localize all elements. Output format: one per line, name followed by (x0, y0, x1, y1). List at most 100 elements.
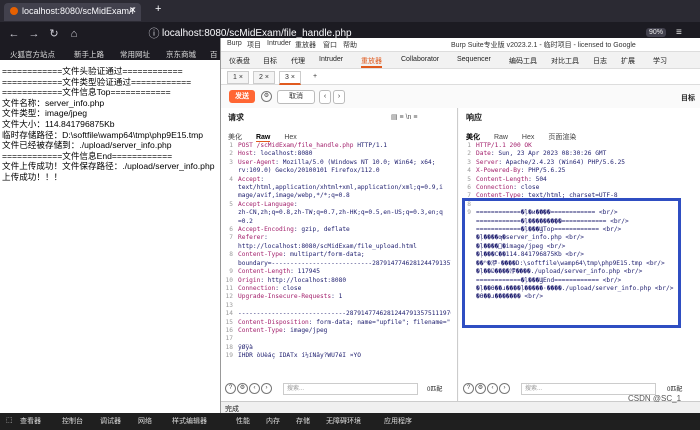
line-number: 11 (225, 284, 233, 292)
page-info-icon[interactable]: ⓘ (146, 26, 162, 42)
main-tab[interactable]: 日志 (593, 56, 607, 66)
code-line: 4 X-Powered-By: PHP/5.6.25 (459, 167, 695, 175)
menu-item[interactable]: 项目 (247, 40, 261, 50)
output-line: 文件类型：image/jpeg (2, 108, 88, 119)
match-count: 0匹配 (667, 387, 683, 393)
home-icon[interactable]: ⌂ (66, 26, 82, 42)
devtools-tab[interactable]: 无障碍环境 (326, 416, 361, 426)
view-tab[interactable]: Raw (494, 134, 508, 141)
code-value: mage/avif,image/webp,*/*;q=0.8 (238, 192, 350, 200)
prev-match-icon[interactable]: ‹ (487, 383, 498, 394)
main-tab[interactable]: Collaborator (401, 56, 439, 63)
new-tab-icon[interactable]: + (155, 3, 161, 15)
main-tab[interactable]: Intruder (319, 56, 343, 63)
firefox-favicon-icon (10, 7, 18, 15)
repeater-tab-active[interactable]: 3 × (279, 71, 301, 85)
cancel-button[interactable]: 取消 (277, 90, 315, 104)
help-icon[interactable]: ? (463, 383, 474, 394)
code-value: : multipart/form-data; (282, 251, 365, 259)
next-match-icon[interactable]: › (499, 383, 510, 394)
zoom-level[interactable]: 90% (646, 28, 667, 37)
bookmark-item[interactable]: 新手上路 (74, 49, 104, 60)
view-tab[interactable]: Hex (522, 134, 534, 141)
back-icon[interactable]: ← (6, 26, 22, 42)
request-search-bar: ? ⚙ ‹ › 搜索... 0匹配 (221, 381, 457, 395)
reload-icon[interactable]: ↻ (46, 26, 62, 42)
code-value: text/html,application/xhtml+xml,applicat… (238, 184, 443, 192)
code-value: : 117945 (290, 268, 320, 276)
devtools-tab[interactable]: 控制台 (62, 416, 83, 426)
menu-item[interactable]: 重放器 (295, 40, 316, 50)
bookmark-item[interactable]: 京东商城 (166, 49, 196, 60)
code-line: text/html,application/xhtml+xml,applicat… (221, 184, 451, 192)
burp-title-bar: Burp 项目 Intruder 重放器 窗口 帮助 Burp Suite专业版… (221, 38, 700, 52)
search-input[interactable]: 搜索... (283, 383, 418, 395)
code-value: : PHP/5.6.25 (520, 167, 566, 175)
view-tab[interactable]: 美化 (228, 134, 242, 141)
settings-icon[interactable]: ⚙ (475, 383, 486, 394)
code-line: 4 Accept: (221, 176, 451, 184)
main-tab[interactable]: Sequencer (457, 56, 491, 63)
code-key: Content-Type (238, 251, 283, 259)
devtools-tab[interactable]: 样式编辑器 (172, 416, 207, 426)
inspector-icon[interactable]: ⬚ (6, 416, 13, 424)
devtools-tab[interactable]: 应用程序 (384, 416, 412, 426)
repeater-tab[interactable]: 2 × (253, 71, 275, 84)
devtools-tab[interactable]: 调试器 (100, 416, 121, 426)
output-line: 临时存储路径：D:\softfile\wamp64\tmp\php9E15.tm… (2, 129, 204, 140)
settings-icon[interactable]: ⚙ (261, 91, 272, 102)
menu-item[interactable]: Burp (227, 40, 242, 47)
forward-icon[interactable]: → (26, 26, 42, 42)
code-key: Accept-Language (238, 200, 294, 208)
code-value: : close (513, 184, 540, 192)
devtools-tab[interactable]: 存储 (296, 416, 310, 426)
menu-item[interactable]: Intruder (267, 40, 291, 47)
browser-tab-bar: localhost:8080/scMidExam/f ✕ + (0, 0, 700, 22)
target-label[interactable]: 目标 (681, 93, 695, 103)
bookmark-item[interactable]: 百 (210, 49, 218, 60)
extensions-icon[interactable]: ≡ (676, 27, 682, 38)
back-icon[interactable]: ‹ (319, 90, 331, 104)
devtools-tab[interactable]: 性能 (236, 416, 250, 426)
forward-icon[interactable]: › (333, 90, 345, 104)
add-tab-icon[interactable]: + (305, 71, 325, 82)
menu-item[interactable]: 窗口 (323, 40, 337, 50)
line-number: 16 (225, 326, 233, 334)
devtools-tab[interactable]: 内存 (266, 416, 280, 426)
bookmark-item[interactable]: 火狐官方站点 (10, 49, 55, 60)
main-tab[interactable]: 编码工具 (509, 56, 537, 66)
help-icon[interactable]: ? (225, 383, 236, 394)
view-tab[interactable]: Hex (284, 134, 296, 141)
send-button[interactable]: 发送 (229, 90, 255, 103)
main-tab[interactable]: 扩展 (621, 56, 635, 66)
prev-match-icon[interactable]: ‹ (249, 383, 260, 394)
line-number: 8 (229, 251, 233, 259)
menu-item[interactable]: 帮助 (343, 40, 357, 50)
next-match-icon[interactable]: › (261, 383, 272, 394)
code-line: boundary=---------------------------2879… (221, 260, 451, 268)
close-tab-icon[interactable]: ✕ (129, 5, 137, 16)
main-tab-active[interactable]: 重放器 (361, 56, 382, 68)
browser-tab[interactable]: localhost:8080/scMidExam/f ✕ (4, 3, 141, 21)
code-value: : Sun, 23 Apr 2023 08:30:26 GMT (490, 150, 607, 158)
code-line: zh-CN,zh;q=0.8,zh-TW;q=0.7,zh-HK;q=0.5,e… (221, 209, 451, 217)
code-value: : close (275, 284, 302, 292)
main-tab[interactable]: 学习 (653, 56, 667, 66)
code-value: IHDR òÛèáç IDATx í½íÑåy?WÛ7éÍ ¤YÓ (238, 352, 361, 360)
main-tab[interactable]: 仪表盘 (229, 56, 250, 66)
main-tab[interactable]: 对比工具 (551, 56, 579, 66)
view-tab-active[interactable]: Raw (255, 134, 271, 142)
view-tab[interactable]: 页面渲染 (548, 134, 576, 141)
code-value: : form-data; name="upfile"; filename="se… (308, 318, 451, 326)
main-tab[interactable]: 目标 (263, 56, 277, 66)
repeater-tab[interactable]: 1 × (227, 71, 249, 84)
request-editor[interactable]: 1 POST /scMidExam/file_handle.php HTTP/1.… (221, 142, 451, 361)
pane-layout-icon[interactable]: ▤ ≡ \n ≡ (391, 113, 417, 121)
settings-icon[interactable]: ⚙ (237, 383, 248, 394)
line-number: 14 (225, 310, 233, 318)
bookmark-item[interactable]: 常用网址 (120, 49, 150, 60)
devtools-tab[interactable]: 查看器 (20, 416, 41, 426)
view-tab-active[interactable]: 美化 (466, 134, 480, 141)
devtools-tab[interactable]: 网络 (138, 416, 152, 426)
main-tab[interactable]: 代理 (291, 56, 305, 66)
